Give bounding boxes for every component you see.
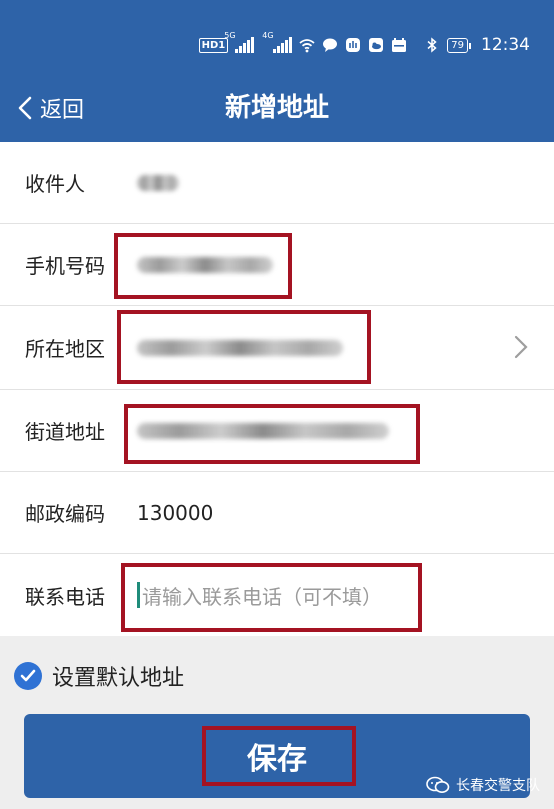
highlight-box-phone [114, 233, 292, 299]
app-notification-icon [346, 38, 361, 52]
navigation-bar: 返回 新增地址 [0, 74, 554, 142]
postcode-row[interactable]: 邮政编码 130000 [0, 472, 554, 554]
highlight-box-street [124, 404, 420, 464]
wechat-logo-icon [426, 776, 450, 793]
watermark-text: 长春交警支队 [456, 778, 540, 794]
default-address-toggle[interactable]: 设置默认地址 [14, 656, 184, 696]
recipient-value-redacted[interactable] [137, 142, 179, 223]
watermark: 长春交警支队 [426, 774, 540, 796]
phone-label: 手机号码 [25, 254, 105, 278]
status-bar: HD1 5G 4G 79 12:34 [0, 28, 554, 62]
chat-bubble-icon [323, 38, 338, 52]
signal-4g-icon: 4G [262, 31, 293, 53]
page-title: 新增地址 [224, 93, 329, 123]
bluetooth-icon [427, 37, 437, 53]
chevron-right-icon[interactable] [514, 334, 528, 360]
recipient-row[interactable]: 收件人 [0, 142, 554, 224]
clock: 12:34 [481, 35, 530, 55]
street-label: 街道地址 [25, 420, 105, 444]
postcode-value[interactable]: 130000 [137, 472, 213, 553]
battery-icon: 79 [447, 37, 471, 53]
checkbox-checked-icon[interactable] [14, 662, 42, 690]
default-address-label: 设置默认地址 [52, 666, 185, 691]
highlight-box-contact [121, 563, 422, 632]
recipient-label: 收件人 [25, 172, 85, 196]
highlight-box-save [202, 726, 356, 786]
calendar-icon [392, 38, 407, 52]
signal-5g-icon: 5G [224, 31, 255, 53]
postcode-label: 邮政编码 [25, 502, 105, 526]
region-label: 所在地区 [25, 337, 105, 361]
highlight-box-region [117, 310, 371, 384]
header: HD1 5G 4G 79 12:34 返回 新增地址 [0, 0, 554, 142]
contact-label: 联系电话 [25, 584, 105, 609]
weather-icon [369, 38, 384, 52]
wifi-icon [299, 39, 315, 53]
address-form: 收件人 手机号码 所在地区 街道地址 邮政编码 130000 联系电话 请输入联… [0, 142, 554, 636]
